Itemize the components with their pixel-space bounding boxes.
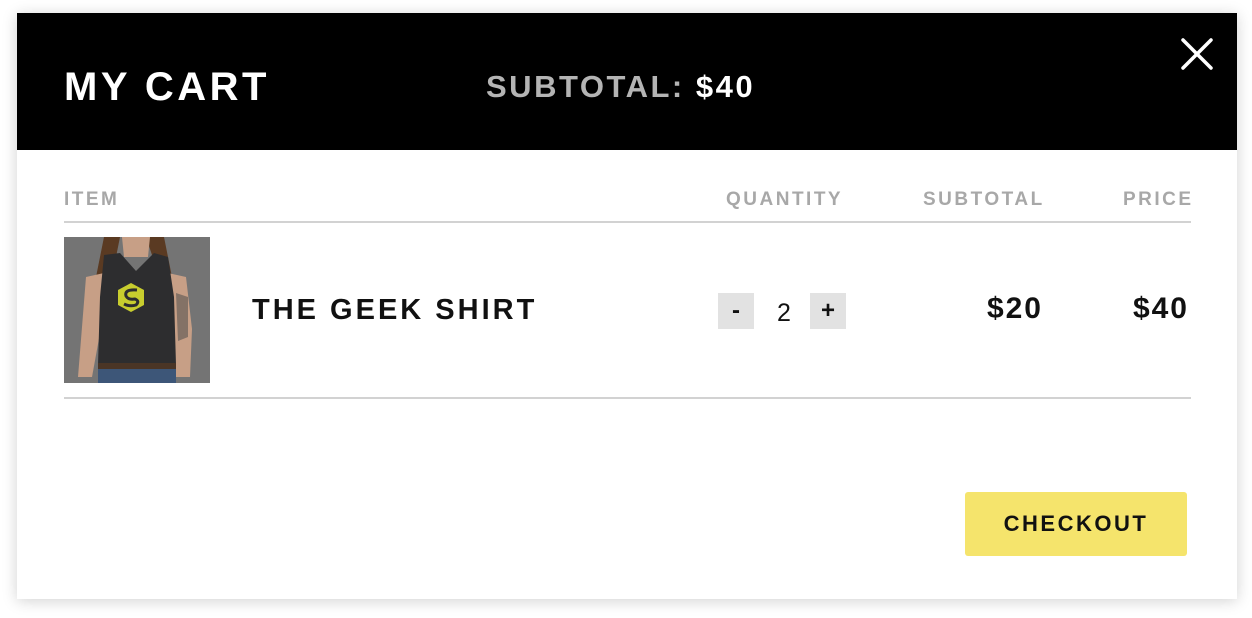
- close-icon: [1181, 38, 1213, 70]
- product-image-tank-top-icon: [64, 237, 210, 383]
- column-header-subtotal: SUBTOTAL: [923, 189, 1045, 210]
- cart-modal: MY CART SUBTOTAL: $40 ITEM QUANTITY SUBT…: [17, 13, 1237, 599]
- header-subtotal-label: SUBTOTAL:: [486, 69, 685, 104]
- item-price: $40: [1132, 292, 1189, 325]
- header-subtotal-value: $40: [695, 69, 756, 104]
- checkout-button[interactable]: CHECKOUT: [965, 492, 1187, 556]
- quantity-increment-button[interactable]: +: [810, 293, 846, 329]
- quantity-decrement-button[interactable]: -: [718, 293, 754, 329]
- item-subtotal: $20: [986, 292, 1043, 325]
- column-header-price: PRICE: [1123, 189, 1194, 210]
- column-header-item: ITEM: [64, 189, 120, 210]
- table-row-divider: [64, 397, 1191, 399]
- table-header-divider: [64, 221, 1191, 223]
- product-image[interactable]: [64, 237, 210, 383]
- close-button[interactable]: [1180, 37, 1214, 71]
- column-header-quantity: QUANTITY: [726, 189, 844, 210]
- header-subtotal: SUBTOTAL: $40: [486, 69, 755, 105]
- cart-header: MY CART SUBTOTAL: $40: [17, 13, 1237, 150]
- quantity-value: 2: [777, 299, 791, 327]
- product-name[interactable]: THE GEEK SHIRT: [252, 293, 537, 327]
- cart-title: MY CART: [64, 65, 270, 109]
